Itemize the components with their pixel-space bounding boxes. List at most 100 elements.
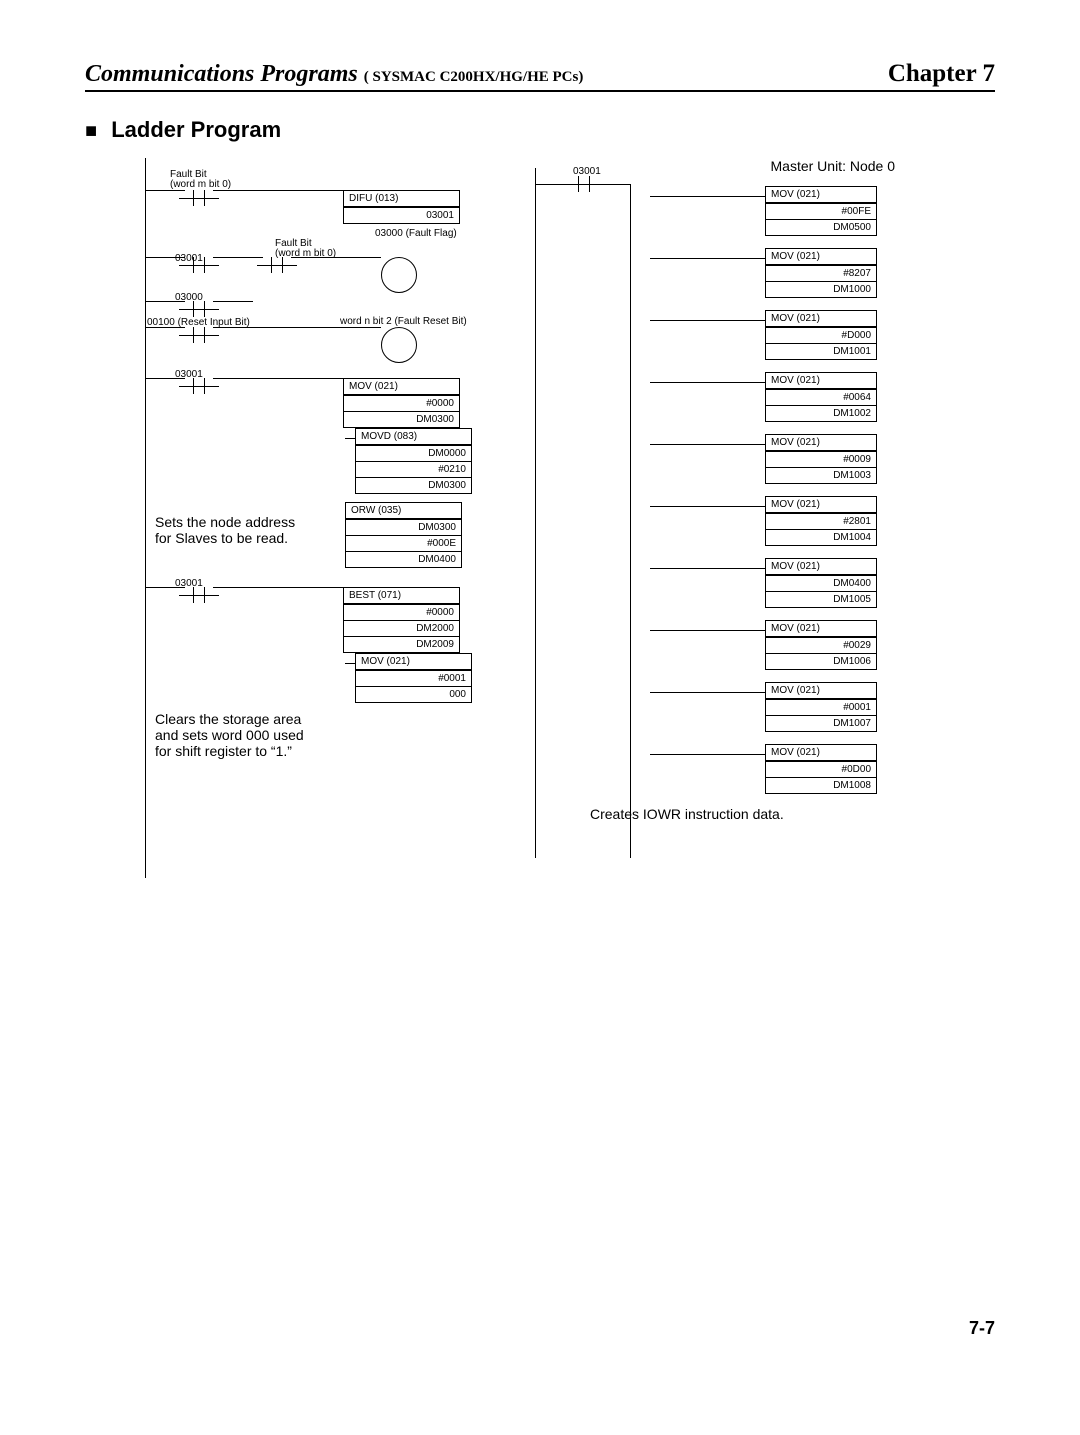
instr-row: 03001 [344,207,459,223]
instr-row: #0000 [344,604,459,620]
instr-row: 000 [356,686,471,702]
contact-icon [185,378,213,394]
movd-wrap: MOVD (083) DM0000 #0210 DM0300 [345,428,505,494]
instr-row: DM0400 [346,551,461,567]
right-top-contact [535,176,630,192]
instr-row: DM0400 [766,575,876,591]
right-item: MOV (021)#D000DM1001 [650,310,895,360]
right-item: MOV (021)#0064DM1002 [650,372,895,422]
instr-row: #0029 [766,637,876,653]
right-item: MOV (021)#0029DM1006 [650,620,895,670]
instr-name: MOVD (083) [356,429,471,445]
instr-name: MOV (021) [356,654,471,670]
instr-name: MOV (021) [766,435,876,451]
instr-row: #000E [346,535,461,551]
instr-row: DM0300 [346,519,461,535]
note-node-address: Sets the node address for Slaves to be r… [155,514,345,568]
section-title-text: Ladder Program [111,117,281,142]
branch-line [650,754,765,794]
instr-name: MOV (021) [766,249,876,265]
page-header: Communications Programs ( SYSMAC C200HX/… [85,60,995,92]
contact-icon [185,257,213,273]
difu-box: DIFU (013) 03001 [343,190,460,224]
header-title: Communications Programs ( SYSMAC C200HX/… [85,61,583,88]
mov-box: MOV (021)#0064DM1002 [765,372,877,422]
instr-name: MOV (021) [344,379,459,395]
note-clear-storage: Clears the storage area and sets word 00… [155,711,505,759]
instr-row: DM2000 [344,620,459,636]
branch-line [650,196,765,236]
instr-name: MOV (021) [766,683,876,699]
header-title-main: Communications Programs [85,61,358,87]
right-item: MOV (021)#0001DM1007 [650,682,895,732]
instr-row: DM1001 [766,343,876,359]
right-stem [630,184,631,858]
instr-row: #2801 [766,513,876,529]
right-item: MOV (021)#00FEDM0500 [650,186,895,236]
mov-box: MOV (021)#0029DM1006 [765,620,877,670]
chapter-label: Chapter 7 [888,60,995,88]
mov-box: MOV (021)#8207DM1000 [765,248,877,298]
branch-line [650,630,765,670]
branch-line [650,568,765,608]
instr-row: DM1000 [766,281,876,297]
instr-name: ORW (035) [346,503,461,519]
contact-icon [185,587,213,603]
header-title-sub-text: SYSMAC C200HX/HG/HE PCs) [369,69,584,85]
mov-box: MOV (021)#0001DM1007 [765,682,877,732]
right-item: MOV (021)#0009DM1003 [650,434,895,484]
instr-row: DM1006 [766,653,876,669]
right-item: MOV (021)#8207DM1000 [650,248,895,298]
fault-flag-label: 03000 (Fault Flag) [375,228,505,239]
movd-box: MOVD (083) DM0000 #0210 DM0300 [355,428,472,494]
page-number: 7-7 [85,1318,995,1339]
instr-row: #8207 [766,265,876,281]
instr-name: MOV (021) [766,745,876,761]
mov-box: MOV (021)#00FEDM0500 [765,186,877,236]
mov-box: MOV (021)#0D00DM1008 [765,744,877,794]
branch-line [650,692,765,732]
rung-6: BEST (071) #0000 DM2000 DM2009 [145,587,505,653]
contact-icon [263,257,291,273]
page: Communications Programs ( SYSMAC C200HX/… [0,0,1080,1379]
rung-1: DIFU (013) 03001 [145,190,505,224]
rung-4 [145,327,505,363]
contact-icon [185,327,213,343]
mov2-wrap: MOV (021) #0001 000 [345,653,505,703]
bullet-icon: ■ [85,120,97,142]
right-item: MOV (021)DM0400DM1005 [650,558,895,608]
right-caption: Creates IOWR instruction data. [590,806,895,822]
instr-name: MOV (021) [766,621,876,637]
instr-row: DM0500 [766,219,876,235]
instr-row: DM1003 [766,467,876,483]
instr-row: DM1004 [766,529,876,545]
instr-row: #0009 [766,451,876,467]
left-column: Fault Bit (word m bit 0) DIFU (013) 0300… [145,158,505,878]
right-header: Master Unit: Node 0 [555,158,895,174]
branch-line [650,444,765,484]
contact-icon [570,176,598,192]
instr-name: DIFU (013) [344,191,459,207]
instr-row: #D000 [766,327,876,343]
ladder-diagram: Fault Bit (word m bit 0) DIFU (013) 0300… [85,158,995,898]
mov-box: MOV (021)#2801DM1004 [765,496,877,546]
instr-row: DM1007 [766,715,876,731]
mov-box: MOV (021)#0009DM1003 [765,434,877,484]
instr-row: #0001 [766,699,876,715]
instr-row: #00FE [766,203,876,219]
instr-row: #0064 [766,389,876,405]
instr-row: DM0000 [356,445,471,461]
branch-line [650,258,765,298]
section-title: ■ Ladder Program [85,117,995,143]
right-item: MOV (021)#0D00DM1008 [650,744,895,794]
mov2-box: MOV (021) #0001 000 [355,653,472,703]
contact-icon [185,301,213,317]
orw-box: ORW (035) DM0300 #000E DM0400 [345,502,462,568]
instr-name: MOV (021) [766,559,876,575]
coil-icon [381,327,417,363]
contact-icon [185,190,213,206]
mov-box: MOV (021)#D000DM1001 [765,310,877,360]
right-item: MOV (021)#2801DM1004 [650,496,895,546]
instr-row: #0000 [344,395,459,411]
right-rail [535,168,536,858]
